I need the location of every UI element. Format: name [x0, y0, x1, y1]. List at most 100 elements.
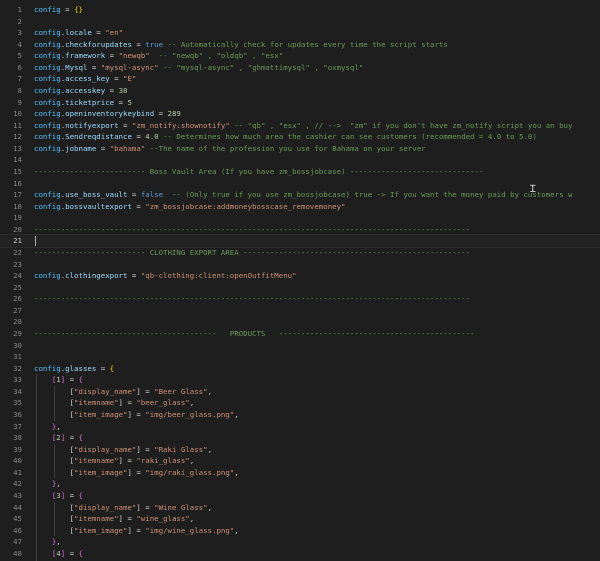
code-token: =: [65, 548, 79, 558]
code-line[interactable]: 16: [0, 178, 600, 190]
code-text[interactable]: ["item_image"] = "img/raki_glass.png",: [34, 467, 239, 479]
code-text[interactable]: config = {}: [34, 4, 83, 16]
code-token: "bahama": [109, 143, 146, 153]
code-line[interactable]: 25: [0, 282, 600, 294]
code-token: "item_image": [74, 409, 128, 419]
code-editor[interactable]: Ɪ 1 config = {} 2 3 config.locale = "en" 4 con…: [0, 0, 600, 561]
code-text[interactable]: ["item_image"] = "img/beer_glass.png",: [34, 409, 239, 421]
code-text[interactable]: config.accesskey = 38: [34, 85, 127, 97]
code-line[interactable]: 45 ["itemname"] = "wine_glass",: [0, 513, 600, 525]
code-text[interactable]: ["display_name"] = "Beer Glass",: [34, 386, 212, 398]
code-text[interactable]: config.notifyexport = "zm_notify:shownot…: [34, 120, 572, 132]
code-line[interactable]: 37 },: [0, 421, 600, 433]
code-text[interactable]: ----------------------------------------…: [34, 293, 470, 305]
code-token: ] =: [127, 467, 146, 477]
code-token: Sendreqdistance: [65, 132, 132, 142]
code-line[interactable]: 44 ["display_name"] = "Wine Glass",: [0, 502, 600, 514]
code-text[interactable]: ------------------------- CLOTHING EXPOR…: [34, 247, 470, 259]
code-line[interactable]: 23: [0, 259, 600, 271]
code-line[interactable]: 4 config.checkforupdates = true -- Automa…: [0, 39, 600, 51]
code-line[interactable]: 13 config.jobname = "bahama" --The name o…: [0, 143, 600, 155]
code-line[interactable]: 24 config.clothingexport = "qb-clothing:c…: [0, 270, 600, 282]
code-text[interactable]: [2] = {: [34, 432, 83, 444]
code-text[interactable]: config.clothingexport = "qb-clothing:cli…: [34, 270, 297, 282]
code-token: "en": [105, 28, 124, 38]
code-line[interactable]: 22 ------------------------- CLOTHING EXP…: [0, 247, 600, 259]
code-text[interactable]: config.framework = "newqb" -- "newqb" , …: [34, 50, 283, 62]
code-line[interactable]: 12 config.Sendreqdistance = 4.0 -- Determ…: [0, 131, 600, 143]
code-line[interactable]: 46 ["item_image"] = "img/wine_glass.png"…: [0, 525, 600, 537]
code-text[interactable]: ["itemname"] = "wine_glass",: [34, 513, 195, 525]
code-token: openinventorykeybind: [65, 109, 155, 119]
code-line[interactable]: 41 ["item_image"] = "img/raki_glass.png"…: [0, 467, 600, 479]
code-line[interactable]: 6 config.Mysql = "mysql-async" -- "mysql-…: [0, 62, 600, 74]
code-text[interactable]: config.Sendreqdistance = 4.0 -- Determin…: [34, 131, 537, 143]
code-text[interactable]: config.jobname = "bahama" --The name of …: [34, 143, 426, 155]
code-text[interactable]: config.bossvaultexport = "zm_bossjobcase…: [34, 201, 346, 213]
code-line[interactable]: 32 config.glasses = {: [0, 363, 600, 375]
code-text[interactable]: },: [34, 536, 61, 548]
code-text[interactable]: ["display_name"] = "Raki Glass",: [34, 444, 212, 456]
code-line[interactable]: 17 config.use_boss_vault = false -- (Only…: [0, 189, 600, 201]
code-line[interactable]: 42 },: [0, 478, 600, 490]
code-text[interactable]: config.locale = "en": [34, 27, 123, 39]
code-line[interactable]: 11 config.notifyexport = "zm_notify:shown…: [0, 120, 600, 132]
code-text[interactable]: ["display_name"] = "Wine Glass",: [34, 502, 212, 514]
code-line[interactable]: 9 config.ticketprice = 5: [0, 97, 600, 109]
code-text[interactable]: [3] = {: [34, 490, 83, 502]
code-text[interactable]: config.ticketprice = 5: [34, 97, 132, 109]
code-line[interactable]: 40 ["itemname"] = "raki_glass",: [0, 455, 600, 467]
code-text[interactable]: config.glasses = {: [34, 363, 114, 375]
code-line[interactable]: 7 config.access_key = "E": [0, 73, 600, 85]
code-line[interactable]: 43 [3] = {: [0, 490, 600, 502]
code-line[interactable]: 14: [0, 154, 600, 166]
code-token: "Beer Glass": [154, 386, 208, 396]
code-text[interactable]: ----------------------------------------…: [34, 328, 475, 340]
code-text[interactable]: config.checkforupdates = true -- Automat…: [34, 39, 448, 51]
code-line[interactable]: 36 ["item_image"] = "img/beer_glass.png"…: [0, 409, 600, 421]
code-token: ticketprice: [65, 97, 115, 107]
code-text[interactable]: config.openinventorykeybind = 289: [34, 108, 181, 120]
code-line[interactable]: 33 [1] = {: [0, 374, 600, 386]
code-text[interactable]: ["itemname"] = "beer_glass",: [34, 397, 195, 409]
code-line[interactable]: 35 ["itemname"] = "beer_glass",: [0, 397, 600, 409]
code-line[interactable]: 47 },: [0, 536, 600, 548]
code-line[interactable]: 15 ------------------------- Boss Vault A…: [0, 166, 600, 178]
code-line[interactable]: 34 ["display_name"] = "Beer Glass",: [0, 386, 600, 398]
code-line[interactable]: 19: [0, 212, 600, 224]
code-line[interactable]: 38 [2] = {: [0, 432, 600, 444]
code-line[interactable]: 18 config.bossvaultexport = "zm_bossjobca…: [0, 201, 600, 213]
code-text[interactable]: ["item_image"] = "img/wine_glass.png",: [34, 525, 239, 537]
code-text[interactable]: [1] = {: [34, 374, 83, 386]
code-line[interactable]: 1 config = {}: [0, 4, 600, 16]
code-text[interactable]: config.Mysql = "mysql-async" -- "mysql-a…: [34, 62, 363, 74]
code-token: -- "mysql-async" , "ghmattimysql" , "oxm…: [158, 62, 364, 72]
code-token: config: [34, 201, 61, 211]
code-text[interactable]: config.use_boss_vault = false -- (Only t…: [34, 189, 572, 201]
code-token: clothingexport: [65, 271, 128, 281]
code-text[interactable]: [4] = {: [34, 548, 83, 560]
code-text[interactable]: },: [34, 421, 61, 433]
code-line[interactable]: 8 config.accesskey = 38: [0, 85, 600, 97]
code-line[interactable]: 20 --------------------------------------…: [0, 224, 600, 236]
code-text[interactable]: ------------------------- Boss Vault Are…: [34, 166, 483, 178]
code-line[interactable]: 27: [0, 305, 600, 317]
code-line[interactable]: 30: [0, 340, 600, 352]
code-token: "zm_notify:shownotify": [131, 120, 230, 130]
code-line[interactable]: 26 --------------------------------------…: [0, 293, 600, 305]
code-line[interactable]: 29 --------------------------------------…: [0, 328, 600, 340]
code-line[interactable]: 28: [0, 316, 600, 328]
code-text[interactable]: },: [34, 478, 61, 490]
code-line[interactable]: 5 config.framework = "newqb" -- "newqb" ,…: [0, 50, 600, 62]
active-code-line[interactable]: 21: [0, 234, 600, 248]
code-line[interactable]: 10 config.openinventorykeybind = 289: [0, 108, 600, 120]
code-line[interactable]: 48 [4] = {: [0, 548, 600, 560]
code-text[interactable]: config.access_key = "E": [34, 73, 136, 85]
code-line[interactable]: 3 config.locale = "en": [0, 27, 600, 39]
code-line[interactable]: 31: [0, 351, 600, 363]
code-text[interactable]: ["itemname"] = "raki_glass",: [34, 455, 195, 467]
indent-guide: [54, 385, 55, 421]
code-line[interactable]: 2: [0, 16, 600, 28]
code-text[interactable]: ----------------------------------------…: [34, 224, 470, 236]
code-line[interactable]: 39 ["display_name"] = "Raki Glass",: [0, 444, 600, 456]
